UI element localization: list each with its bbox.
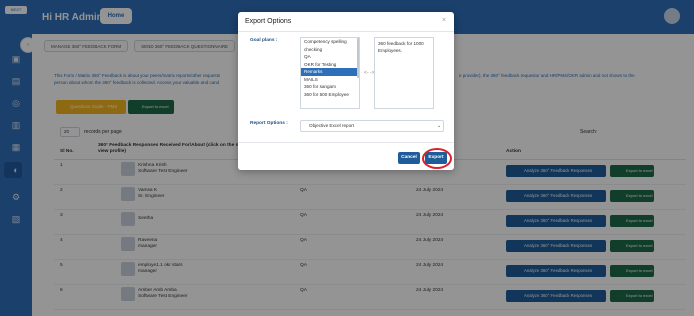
highlight-circle — [422, 148, 452, 169]
selected-goals-listbox[interactable]: 360 feedback for 1000 Employees. — [374, 37, 434, 109]
selected-goal-line-1[interactable]: 360 feedback for 1000 — [378, 40, 430, 47]
selected-goal-line-2[interactable]: Employees. — [378, 47, 430, 54]
chevron-down-icon: ⌄ — [437, 123, 442, 129]
goal-option[interactable]: checking — [301, 46, 359, 54]
goal-option[interactable]: MAILS — [301, 76, 359, 84]
cancel-button[interactable]: Cancel — [398, 152, 420, 164]
goal-option[interactable]: Competency spelling — [301, 38, 359, 46]
dialog-title: Export Options — [245, 18, 292, 25]
report-options-value: Objective Excel report — [309, 123, 354, 128]
listbox-scrollbar[interactable] — [357, 38, 359, 78]
report-options-select[interactable]: Objective Excel report ⌄ — [300, 120, 444, 132]
goal-plans-label: Goal plans : — [250, 38, 278, 43]
export-options-dialog: Export Options × Goal plans : Competency… — [238, 12, 454, 170]
dialog-header: Export Options × — [238, 12, 454, 32]
move-arrows-icon[interactable]: <- -> — [364, 70, 375, 76]
goal-option[interactable]: QA — [301, 53, 359, 61]
close-icon[interactable]: × — [442, 17, 446, 24]
goal-option-selected[interactable]: Remarks — [301, 68, 359, 76]
goal-option[interactable]: 360 for sangam — [301, 83, 359, 91]
report-options-label: Report Options : — [250, 121, 288, 126]
goal-plans-listbox[interactable]: Competency spelling checking QA OKR for … — [300, 37, 360, 109]
goal-option[interactable]: OKR for Testing — [301, 61, 359, 69]
dialog-divider — [238, 142, 454, 143]
goal-option[interactable]: 360 for 500 Employee — [301, 91, 359, 99]
